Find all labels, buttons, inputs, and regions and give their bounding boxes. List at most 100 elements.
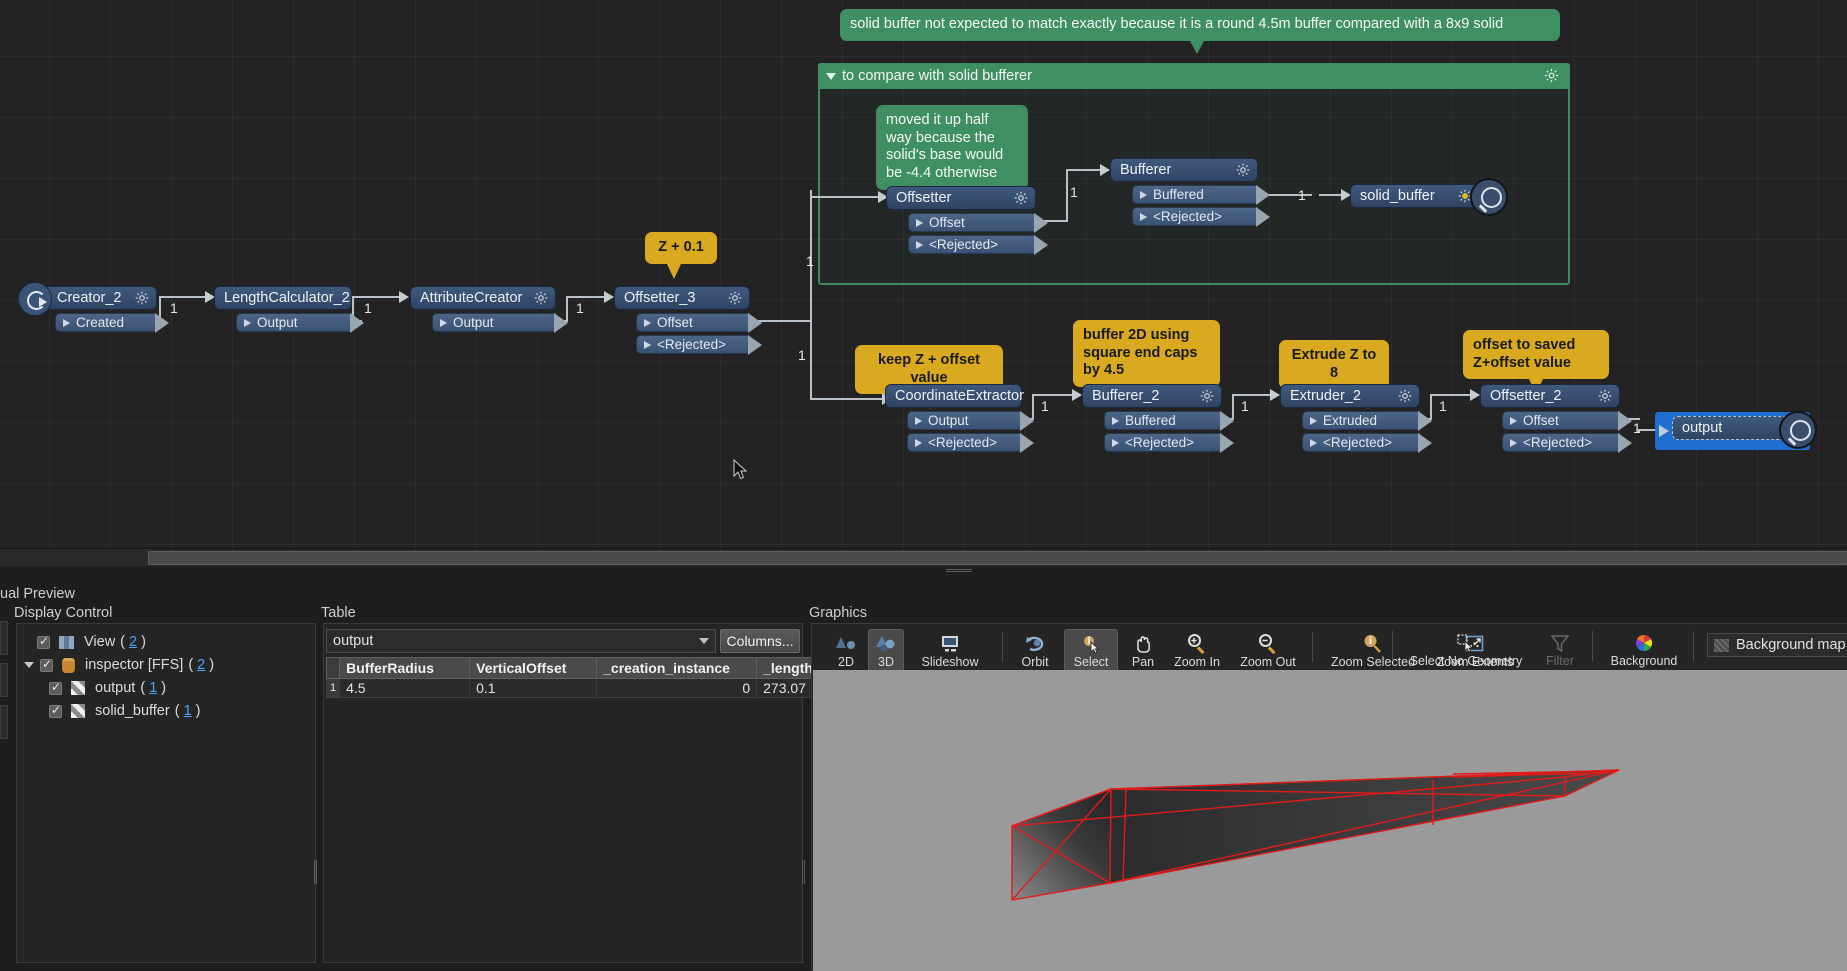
tool-select-no-geometry[interactable]: Select No Geometry xyxy=(1404,629,1528,670)
background-map-select[interactable]: Background map off xyxy=(1707,633,1847,657)
node-bufferer-2[interactable]: Bufferer_2 Buffered <Rejected> xyxy=(1082,384,1234,453)
node-header[interactable]: solid_buffer xyxy=(1350,184,1480,208)
gear-icon[interactable] xyxy=(1235,162,1251,178)
node-header[interactable]: LengthCalculator_2 xyxy=(214,286,352,310)
node-port[interactable]: Output xyxy=(432,313,568,333)
cell-creation-instance[interactable]: 0 xyxy=(596,678,758,698)
gear-icon[interactable] xyxy=(1199,388,1215,404)
feature-count[interactable]: 2 xyxy=(129,634,137,650)
node-header[interactable]: Creator_2 xyxy=(18,282,157,316)
tool-filter[interactable]: Filter xyxy=(1536,629,1584,670)
gear-icon[interactable] xyxy=(1543,67,1560,84)
attribute-table[interactable]: BufferRadius VerticalOffset _creation_in… xyxy=(325,657,820,698)
gear-icon[interactable] xyxy=(1597,388,1613,404)
checkbox[interactable] xyxy=(49,703,62,718)
node-port[interactable]: Output xyxy=(236,313,364,333)
annotation-extrude-z[interactable]: Extrude Z to 8 xyxy=(1279,340,1389,405)
node-offsetter-2[interactable]: Offsetter_2 Offset <Rejected> xyxy=(1480,384,1632,453)
node-port[interactable]: Created xyxy=(55,313,169,333)
column-header-length[interactable]: _length xyxy=(756,657,820,679)
graphics-panel[interactable]: 2D 3D Slideshow Orbit Select Pan Zoom In… xyxy=(811,623,1847,971)
node-port[interactable]: <Rejected> xyxy=(908,235,1048,255)
column-header-creation-instance[interactable]: _creation_instance xyxy=(596,657,758,679)
graphics-viewport-3d[interactable] xyxy=(813,670,1847,971)
node-port[interactable]: Offset xyxy=(908,213,1048,233)
feature-count[interactable]: 2 xyxy=(197,657,205,673)
feature-count[interactable]: 1 xyxy=(184,703,192,719)
rail-tab[interactable] xyxy=(0,705,8,739)
display-control-panel[interactable]: View ( 2 ) inspector [FFS] ( 2 ) output … xyxy=(16,623,316,963)
cell-bufferradius[interactable]: 4.5 xyxy=(339,678,471,698)
node-header[interactable]: Extruder_2 xyxy=(1280,384,1420,408)
checkbox[interactable] xyxy=(40,657,53,672)
chevron-down-icon[interactable] xyxy=(699,638,709,644)
gear-icon[interactable] xyxy=(1013,190,1029,206)
node-port[interactable]: <Rejected> xyxy=(1302,433,1432,453)
gear-icon[interactable] xyxy=(727,290,743,306)
node-header[interactable]: AttributeCreator xyxy=(410,286,556,310)
node-offsetter[interactable]: Offsetter Offset <Rejected> xyxy=(886,186,1048,255)
node-offsetter-3[interactable]: Offsetter_3 Offset <Rejected> xyxy=(614,286,762,355)
node-port[interactable]: <Rejected> xyxy=(1502,433,1632,453)
checkbox[interactable] xyxy=(49,680,62,695)
gear-icon[interactable] xyxy=(1397,388,1413,404)
collapse-triangle-icon[interactable] xyxy=(826,72,836,80)
dock-tab-title[interactable]: ual Preview xyxy=(0,586,75,602)
rail-tab[interactable] xyxy=(0,621,8,655)
node-port[interactable]: <Rejected> xyxy=(1132,207,1270,227)
cell-verticaloffset[interactable]: 0.1 xyxy=(469,678,598,698)
panel-splitter[interactable] xyxy=(0,566,1847,575)
tool-pan[interactable]: Pan xyxy=(1124,630,1162,671)
annotation-moved-up[interactable]: moved it up half way because the solid's… xyxy=(876,105,1028,203)
dataset-select[interactable]: output xyxy=(326,629,716,653)
left-rail[interactable] xyxy=(0,611,10,911)
panel-splitter-vertical-2[interactable] xyxy=(800,623,806,963)
node-port[interactable]: Output xyxy=(907,411,1034,431)
annotation-buffer-2d[interactable]: buffer 2D using square end caps by 4.5 xyxy=(1073,320,1220,403)
node-header[interactable]: Offsetter_3 xyxy=(614,286,750,310)
node-port[interactable]: <Rejected> xyxy=(907,433,1034,453)
splitter-grip-icon[interactable] xyxy=(314,860,317,884)
tree-row-solid-buffer[interactable]: solid_buffer ( 1 ) xyxy=(23,702,309,720)
tool-orbit[interactable]: Orbit xyxy=(1012,630,1058,671)
cell-length[interactable]: 273.07 xyxy=(756,678,820,698)
node-header[interactable]: Bufferer_2 xyxy=(1082,384,1222,408)
workspace-canvas[interactable]: to compare with solid bufferer solid buf… xyxy=(0,0,1847,548)
splitter-grip-icon[interactable] xyxy=(946,569,972,572)
annotation-z-plus[interactable]: Z + 0.1 xyxy=(645,232,717,279)
canvas-horizontal-scrollbar[interactable] xyxy=(0,548,1847,566)
column-header-bufferradius[interactable]: BufferRadius xyxy=(339,657,471,679)
node-lengthcalculator-2[interactable]: LengthCalculator_2 Output xyxy=(214,286,364,333)
tool-select[interactable]: Select xyxy=(1064,629,1118,672)
tool-background[interactable]: Background xyxy=(1604,629,1684,670)
checkbox[interactable] xyxy=(37,634,50,649)
inspector-magnifier-icon[interactable] xyxy=(1470,178,1508,216)
node-header[interactable]: Offsetter_2 xyxy=(1480,384,1620,408)
bookmark-header[interactable]: to compare with solid bufferer xyxy=(818,63,1570,89)
node-port[interactable]: <Rejected> xyxy=(1104,433,1234,453)
node-header[interactable]: CoordinateExtractor xyxy=(885,384,1024,408)
tree-row-view[interactable]: View ( 2 ) xyxy=(23,633,309,651)
node-bufferer[interactable]: Bufferer Buffered <Rejected> xyxy=(1110,158,1270,227)
node-port[interactable]: Offset xyxy=(1502,411,1632,431)
table-row[interactable]: 1 4.5 0.1 0 273.07 xyxy=(325,678,820,698)
splitter-grip-icon[interactable] xyxy=(802,860,805,884)
inspector-magnifier-icon[interactable] xyxy=(1779,411,1817,449)
node-solid-buffer[interactable]: solid_buffer xyxy=(1350,184,1480,208)
column-header-verticaloffset[interactable]: VerticalOffset xyxy=(469,657,598,679)
node-attributecreator[interactable]: AttributeCreator Output xyxy=(410,286,568,333)
feature-count[interactable]: 1 xyxy=(149,680,157,696)
tool-3d[interactable]: 3D xyxy=(868,629,904,672)
columns-button[interactable]: Columns... xyxy=(720,629,800,653)
node-creator-2[interactable]: Creator_2 Created xyxy=(18,282,169,333)
annotation-solid-buffer[interactable]: solid buffer not expected to match exact… xyxy=(840,9,1560,54)
scrollbar-thumb[interactable] xyxy=(148,551,1847,565)
rail-tab[interactable] xyxy=(0,663,8,697)
tree-row-output[interactable]: output ( 1 ) xyxy=(23,679,309,697)
gear-icon[interactable] xyxy=(533,290,549,306)
node-extruder-2[interactable]: Extruder_2 Extruded <Rejected> xyxy=(1280,384,1432,453)
chevron-down-icon[interactable] xyxy=(24,662,34,668)
gear-icon[interactable] xyxy=(134,290,150,306)
node-port[interactable]: Extruded xyxy=(1302,411,1432,431)
graphics-toolbar[interactable]: 2D 3D Slideshow Orbit Select Pan Zoom In… xyxy=(812,624,1847,672)
